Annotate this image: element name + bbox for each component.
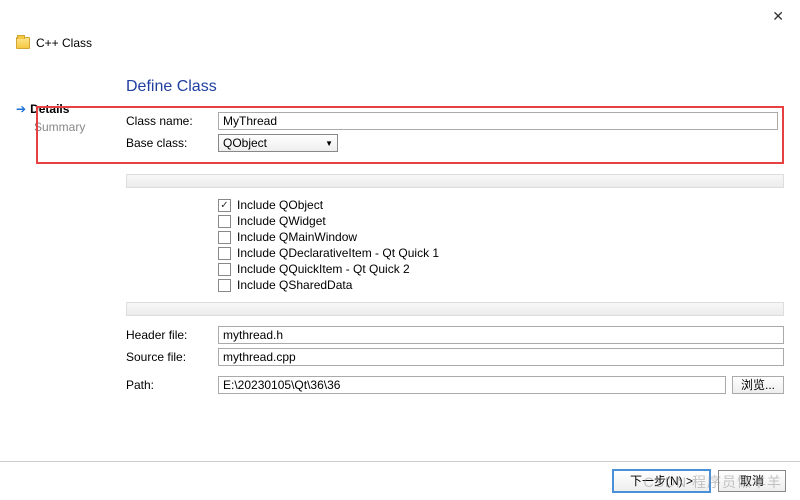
base-class-select[interactable]: QObject ▼ bbox=[218, 134, 338, 152]
include-option-label: Include QDeclarativeItem - Qt Quick 1 bbox=[237, 246, 439, 260]
next-button[interactable]: 下一步(N) > bbox=[613, 470, 710, 492]
include-option-label: Include QSharedData bbox=[237, 278, 352, 292]
folder-icon bbox=[16, 37, 30, 49]
header-file-input[interactable] bbox=[218, 326, 784, 344]
include-option-label: Include QObject bbox=[237, 198, 323, 212]
checkbox-icon[interactable] bbox=[218, 247, 231, 260]
include-option-label: Include QMainWindow bbox=[237, 230, 357, 244]
browse-button[interactable]: 浏览... bbox=[732, 376, 784, 394]
checkbox-icon[interactable] bbox=[218, 263, 231, 276]
checkbox-icon[interactable] bbox=[218, 231, 231, 244]
checkbox-icon[interactable] bbox=[218, 215, 231, 228]
source-file-input[interactable] bbox=[218, 348, 784, 366]
separator-bar bbox=[126, 174, 784, 188]
window-title: C++ Class bbox=[36, 36, 92, 50]
include-option[interactable]: Include QDeclarativeItem - Qt Quick 1 bbox=[218, 246, 784, 260]
include-option[interactable]: ✓ Include QObject bbox=[218, 198, 784, 212]
dialog-footer: 下一步(N) > 取消 bbox=[0, 461, 800, 500]
checkbox-icon[interactable]: ✓ bbox=[218, 199, 231, 212]
highlight-box: Class name: Base class: QObject ▼ bbox=[36, 106, 784, 164]
base-class-value: QObject bbox=[223, 136, 267, 150]
include-option-label: Include QQuickItem - Qt Quick 2 bbox=[237, 262, 410, 276]
include-checkbox-list: ✓ Include QObject Include QWidget Include Q… bbox=[126, 198, 784, 292]
include-option-label: Include QWidget bbox=[237, 214, 326, 228]
class-name-input[interactable] bbox=[218, 112, 778, 130]
source-file-label: Source file: bbox=[126, 350, 218, 364]
cancel-button[interactable]: 取消 bbox=[718, 470, 786, 492]
base-class-label: Base class: bbox=[126, 136, 218, 150]
include-option[interactable]: Include QQuickItem - Qt Quick 2 bbox=[218, 262, 784, 276]
form-content: Define Class Class name: Base class: QOb… bbox=[126, 78, 784, 398]
arrow-right-icon: ➔ bbox=[16, 102, 26, 116]
close-icon[interactable]: ✕ bbox=[772, 8, 784, 25]
include-option[interactable]: Include QMainWindow bbox=[218, 230, 784, 244]
header-file-label: Header file: bbox=[126, 328, 218, 342]
window-title-row: C++ Class bbox=[0, 0, 800, 50]
class-name-label: Class name: bbox=[126, 114, 218, 128]
separator-bar bbox=[126, 302, 784, 316]
checkbox-icon[interactable] bbox=[218, 279, 231, 292]
chevron-down-icon: ▼ bbox=[325, 139, 333, 148]
include-option[interactable]: Include QWidget bbox=[218, 214, 784, 228]
include-option[interactable]: Include QSharedData bbox=[218, 278, 784, 292]
path-input[interactable] bbox=[218, 376, 726, 394]
section-title: Define Class bbox=[126, 78, 784, 96]
path-label: Path: bbox=[126, 378, 218, 392]
